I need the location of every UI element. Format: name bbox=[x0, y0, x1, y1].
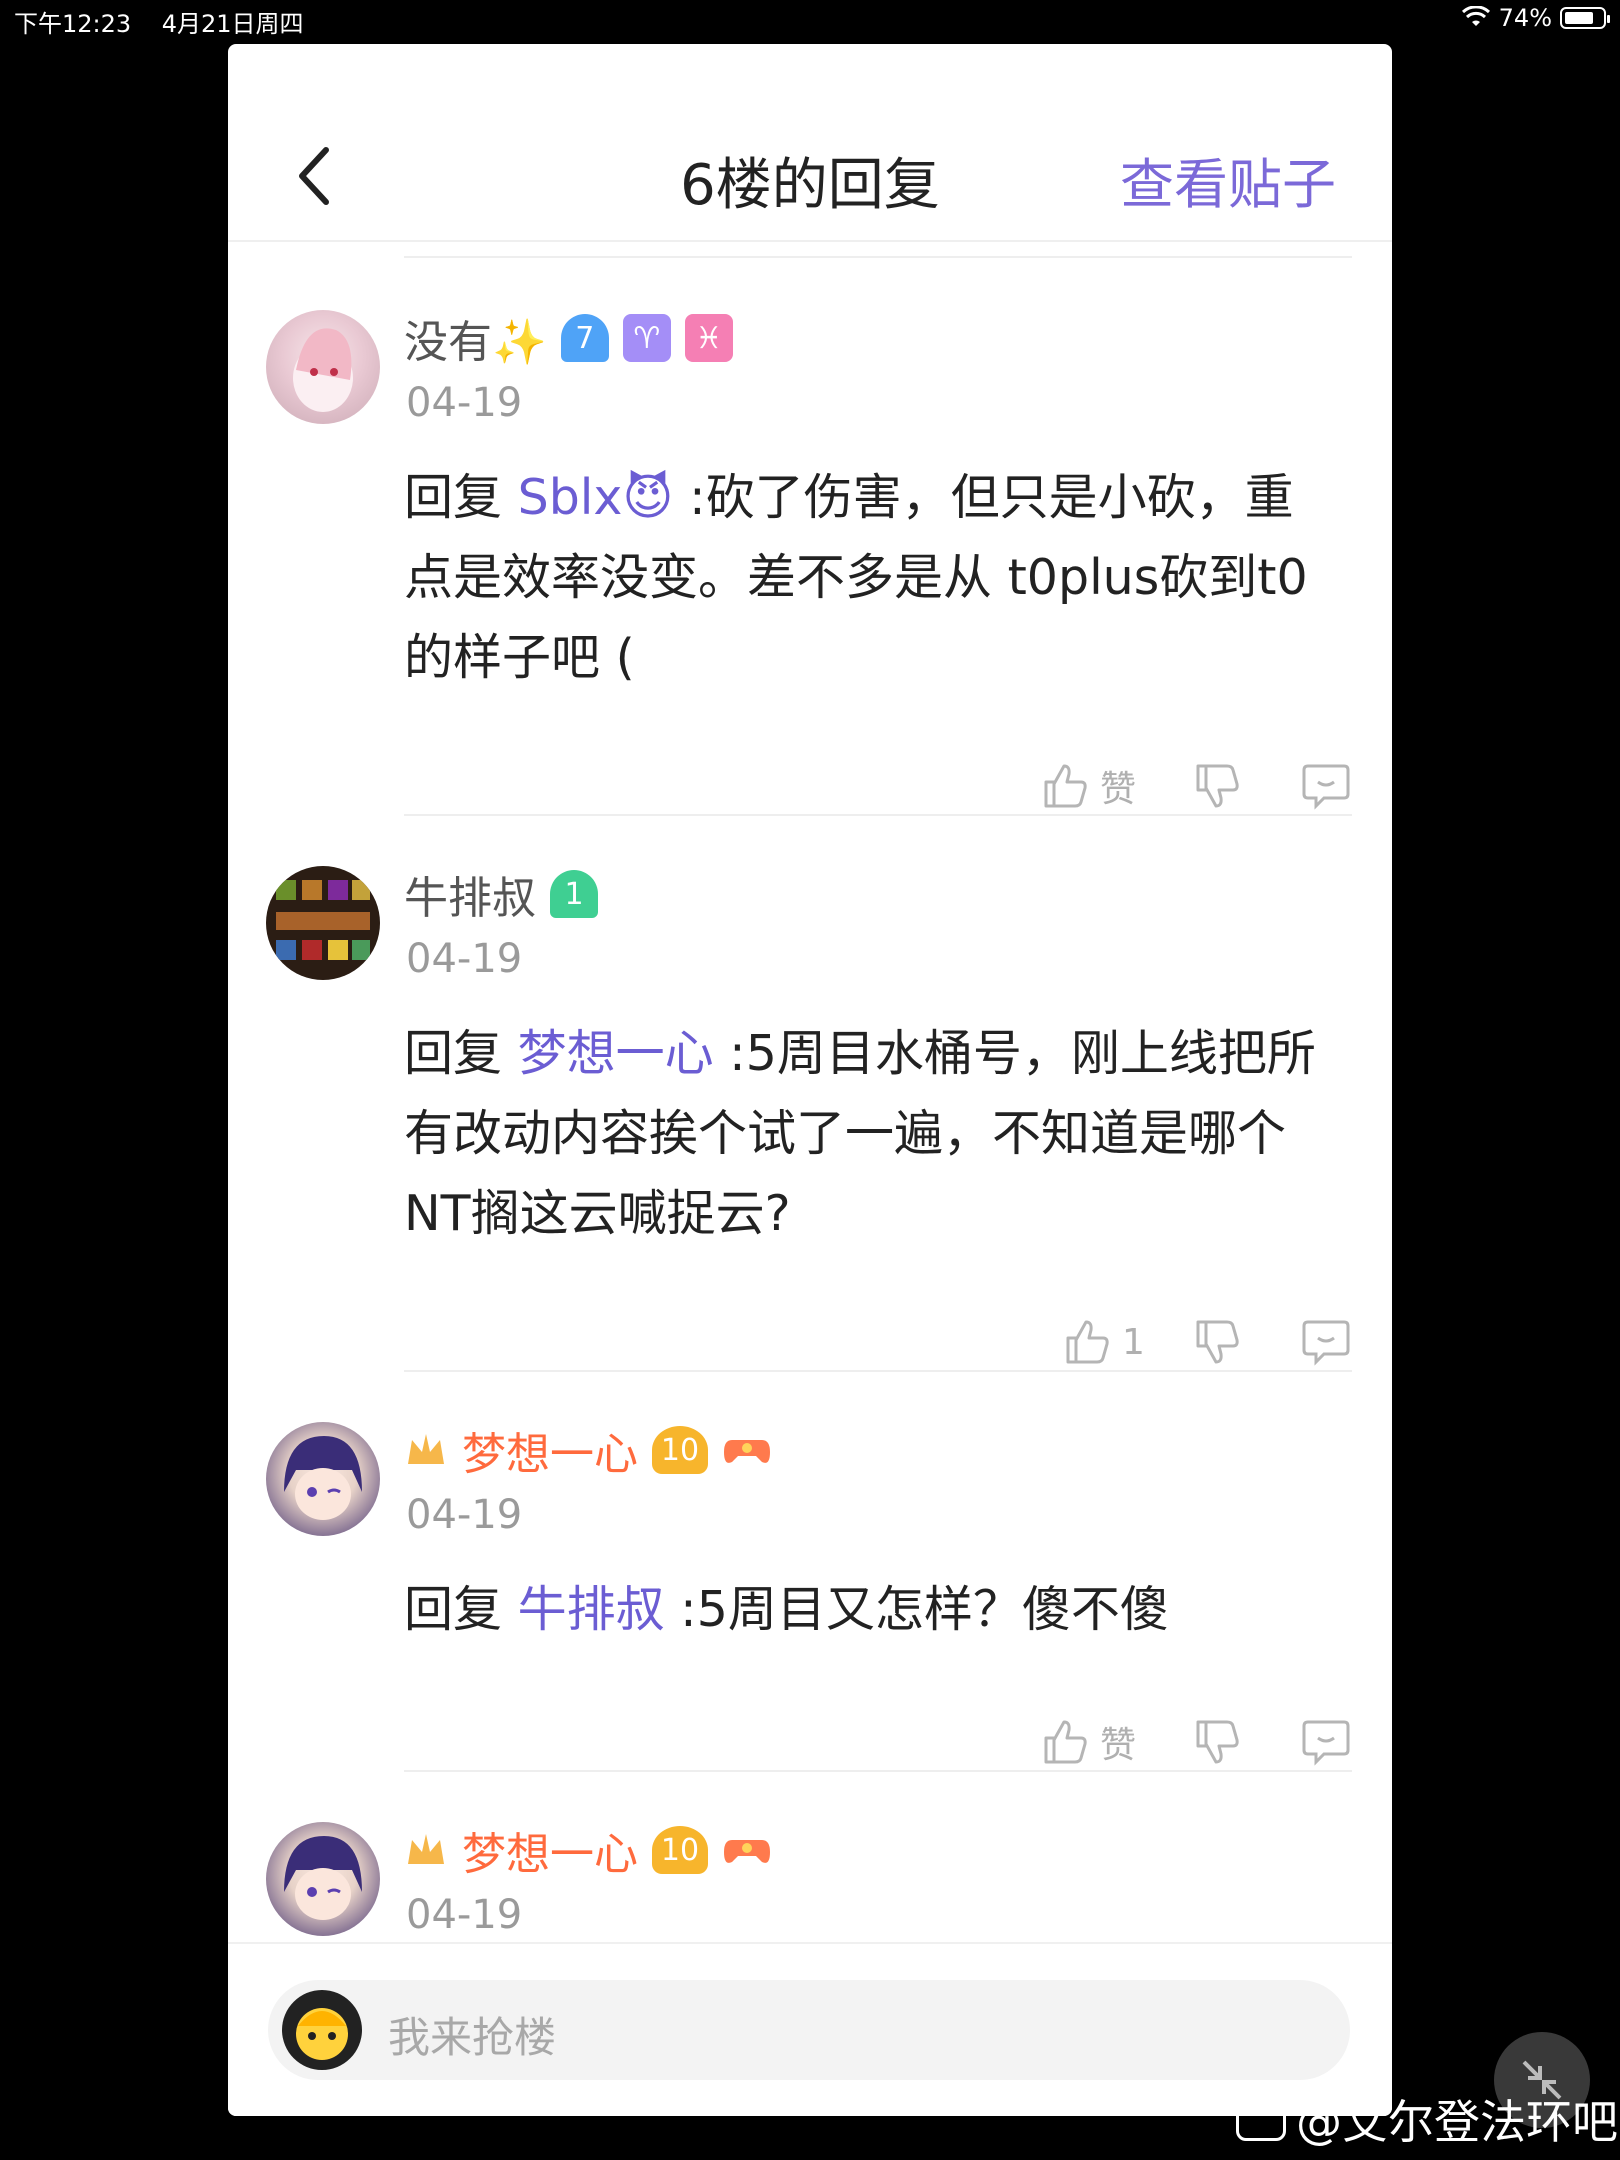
avatar-art-icon bbox=[276, 880, 370, 960]
like-label: 赞 bbox=[1100, 1725, 1137, 1766]
thumb-up-icon bbox=[1066, 1320, 1109, 1364]
thumb-down-icon bbox=[1196, 764, 1239, 808]
gamepad-icon bbox=[724, 1440, 770, 1463]
watermark-text: @艾尔登法环吧 bbox=[1296, 2095, 1618, 2149]
comment-button[interactable] bbox=[1300, 760, 1352, 812]
status-left: 下午12:23 4月21日周四 bbox=[14, 4, 304, 39]
battery-percent: 74% bbox=[1498, 4, 1552, 32]
comment-text: :5周目又怎样？傻不傻 bbox=[664, 1581, 1169, 1638]
comment-bubble-icon bbox=[1302, 764, 1350, 810]
watermark: @艾尔登法环吧 bbox=[1236, 2086, 1618, 2152]
avatar[interactable] bbox=[266, 866, 380, 980]
divider bbox=[404, 1370, 1352, 1372]
comment-date: 04-19 bbox=[406, 936, 523, 982]
crown-icon bbox=[408, 1434, 444, 1464]
comment-bubble-icon bbox=[1302, 1320, 1350, 1366]
reply-placeholder: 我来抢楼 bbox=[388, 2013, 557, 2062]
status-bar: 下午12:23 4月21日周四 74% bbox=[0, 0, 1620, 40]
comment-actions: 赞 bbox=[228, 760, 1392, 820]
name-row: 没有✨ 7 ♈ ♓ bbox=[404, 306, 733, 370]
wifi-icon bbox=[1461, 6, 1490, 26]
tieba-logo-icon bbox=[1236, 2097, 1286, 2141]
pisces-badge: ♓ bbox=[684, 314, 733, 362]
crown-icon bbox=[408, 1834, 444, 1864]
dislike-button[interactable] bbox=[1192, 760, 1244, 812]
thumb-up-icon bbox=[1044, 764, 1087, 808]
level-badge: 1 bbox=[550, 870, 598, 918]
comment-body: 回复 牛排叔 :5周目又怎样？傻不傻 bbox=[404, 1570, 1324, 1650]
nav-bar: 6楼的回复 查看贴子 bbox=[228, 44, 1392, 242]
comment-bubble-icon bbox=[1302, 1720, 1350, 1766]
reply-footer: 我来抢楼 bbox=[228, 1942, 1392, 2116]
reply-prefix: 回复 bbox=[404, 469, 503, 526]
divider bbox=[404, 1770, 1352, 1772]
mention-link[interactable]: Sblx😈 bbox=[518, 469, 674, 526]
level-badge: 7 bbox=[560, 314, 609, 362]
thumb-down-icon bbox=[1196, 1320, 1239, 1364]
avatar[interactable] bbox=[266, 1422, 380, 1536]
name-row: 梦想一心 10 bbox=[404, 1818, 772, 1882]
dislike-button[interactable] bbox=[1192, 1316, 1244, 1368]
aries-badge: ♈ bbox=[622, 314, 671, 362]
comment-actions: 1 bbox=[228, 1316, 1392, 1376]
dislike-button[interactable] bbox=[1192, 1716, 1244, 1768]
name-row: 牛排叔 1 bbox=[404, 862, 598, 926]
status-date: 4月21日周四 bbox=[161, 10, 304, 38]
thumb-up-icon bbox=[1044, 1720, 1087, 1764]
like-label: 赞 bbox=[1100, 769, 1137, 810]
my-avatar[interactable] bbox=[282, 1990, 362, 2070]
like-button[interactable]: 1 bbox=[1062, 1316, 1145, 1368]
comment-body: 回复 Sblx😈 :砍了伤害，但只是小砍，重点是效率没变。差不多是从 t0plu… bbox=[404, 458, 1324, 698]
like-count: 1 bbox=[1122, 1321, 1145, 1363]
mention-link[interactable]: 梦想一心 bbox=[518, 1025, 714, 1082]
level-badge: 10 bbox=[652, 1826, 708, 1874]
avatar-art-icon bbox=[293, 328, 353, 412]
username[interactable]: 梦想一心 bbox=[462, 1418, 638, 1482]
comment-date: 04-19 bbox=[406, 1492, 523, 1538]
status-time: 下午12:23 bbox=[14, 10, 132, 38]
username[interactable]: 没有✨ bbox=[404, 306, 547, 370]
avatar[interactable] bbox=[266, 310, 380, 424]
divider bbox=[404, 814, 1352, 816]
view-post-link[interactable]: 查看贴子 bbox=[1120, 140, 1336, 219]
reply-prefix: 回复 bbox=[404, 1025, 503, 1082]
comment-button[interactable] bbox=[1300, 1316, 1352, 1368]
status-right: 74% bbox=[1461, 4, 1610, 32]
username[interactable]: 梦想一心 bbox=[462, 1818, 638, 1882]
reply-prefix: 回复 bbox=[404, 1581, 503, 1638]
name-row: 梦想一心 10 bbox=[404, 1418, 772, 1482]
username[interactable]: 牛排叔 bbox=[404, 862, 536, 926]
avatar-art-icon bbox=[282, 1990, 362, 2070]
comment-body: 回复 梦想一心 :5周目水桶号，刚上线把所有改动内容挨个试了一遍，不知道是哪个N… bbox=[404, 1014, 1324, 1254]
comment-button[interactable] bbox=[1300, 1716, 1352, 1768]
reply-input[interactable]: 我来抢楼 bbox=[268, 1980, 1350, 2080]
avatar[interactable] bbox=[266, 1822, 380, 1936]
reply-sheet: 6楼的回复 查看贴子 没有✨ 7 ♈ ♓ 04-19 回复 Sblx😈 :砍了伤… bbox=[228, 44, 1392, 2116]
level-badge: 10 bbox=[652, 1426, 708, 1474]
comment-date: 04-19 bbox=[406, 380, 523, 426]
comment-actions: 赞 bbox=[228, 1716, 1392, 1776]
thumb-down-icon bbox=[1196, 1720, 1239, 1764]
like-button[interactable]: 赞 bbox=[1040, 760, 1136, 812]
divider bbox=[404, 256, 1352, 258]
battery-icon bbox=[1560, 7, 1610, 29]
like-button[interactable]: 赞 bbox=[1040, 1716, 1136, 1768]
avatar-art-icon bbox=[284, 1436, 362, 1520]
gamepad-icon bbox=[724, 1840, 770, 1863]
comment-date: 04-19 bbox=[406, 1892, 523, 1938]
mention-link[interactable]: 牛排叔 bbox=[518, 1581, 665, 1638]
avatar-art-icon bbox=[284, 1836, 362, 1920]
